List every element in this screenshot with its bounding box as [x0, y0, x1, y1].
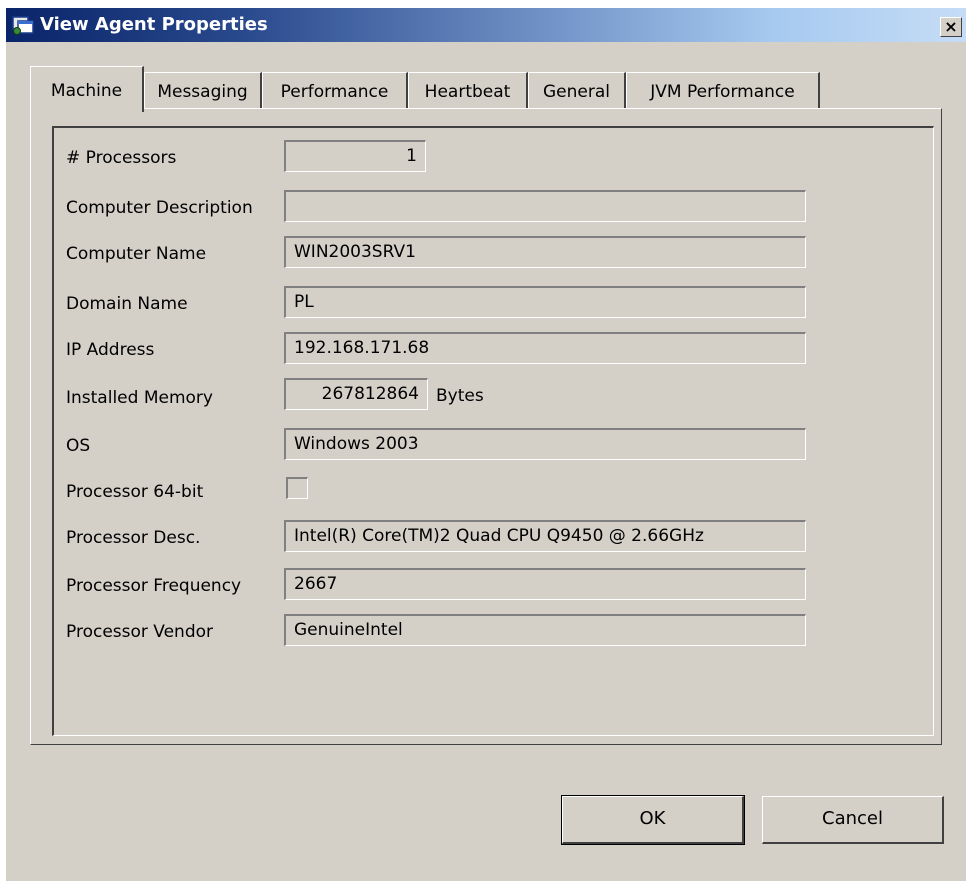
domain-name-label: Domain Name [66, 294, 188, 314]
agent-window-icon [12, 14, 34, 36]
processor-desc-field: Intel(R) Core(TM)2 Quad CPU Q9450 @ 2.66… [284, 520, 806, 552]
ok-button[interactable]: OK [561, 795, 745, 845]
tab-messaging[interactable]: Messaging [144, 72, 262, 108]
processor-frequency-field: 2667 [284, 568, 806, 600]
processor-vendor-label: Processor Vendor [66, 622, 214, 642]
processor-64bit-label: Processor 64-bit [66, 482, 204, 502]
tab-performance[interactable]: Performance [262, 72, 408, 108]
tab-general[interactable]: General [528, 72, 626, 108]
os-field: Windows 2003 [284, 428, 806, 460]
dialog-title: View Agent Properties [40, 14, 268, 35]
close-icon: × [944, 17, 958, 36]
processors-label: # Processors [66, 148, 177, 168]
domain-name-field: PL [284, 286, 806, 318]
os-label: OS [66, 436, 91, 456]
processor-vendor-field: GenuineIntel [284, 614, 806, 646]
processor-desc-label: Processor Desc. [66, 528, 201, 548]
processor-64bit-checkbox[interactable] [286, 477, 308, 499]
cancel-button[interactable]: Cancel [762, 796, 944, 844]
ip-address-label: IP Address [66, 340, 155, 360]
ip-address-field: 192.168.171.68 [284, 332, 806, 364]
title-bar[interactable]: View Agent Properties × [6, 8, 966, 42]
close-button[interactable]: × [940, 17, 962, 37]
installed-memory-field: 267812864 [284, 378, 428, 410]
computer-name-label: Computer Name [66, 244, 207, 264]
processor-frequency-label: Processor Frequency [66, 576, 242, 596]
installed-memory-unit: Bytes [436, 386, 484, 406]
processors-field: 1 [284, 140, 426, 172]
tab-jvm-performance[interactable]: JVM Performance [626, 72, 820, 108]
computer-description-label: Computer Description [66, 198, 253, 218]
tab-heartbeat[interactable]: Heartbeat [408, 72, 528, 108]
computer-description-field [284, 190, 806, 222]
computer-name-field: WIN2003SRV1 [284, 236, 806, 268]
installed-memory-label: Installed Memory [66, 388, 213, 408]
tab-machine[interactable]: Machine [30, 66, 144, 112]
